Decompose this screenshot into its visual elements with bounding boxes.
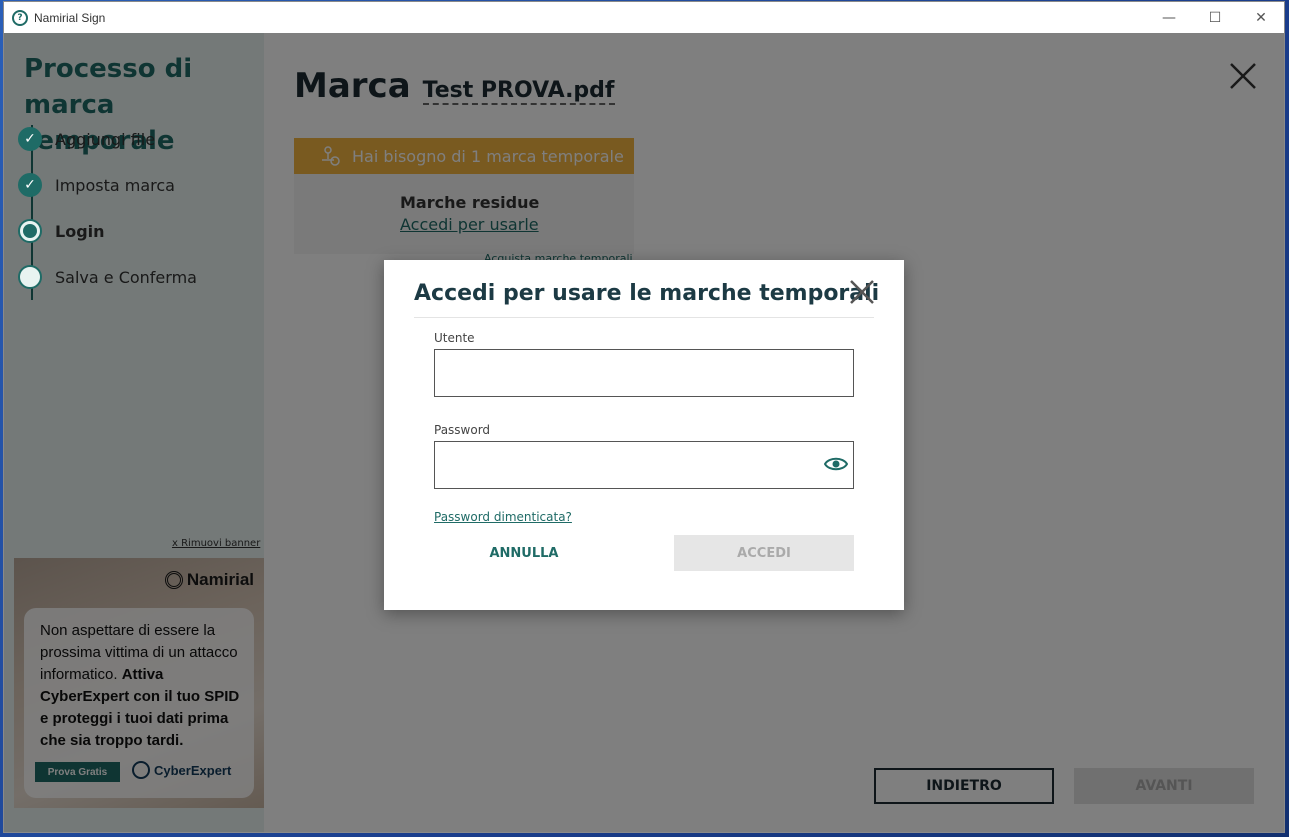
user-input[interactable] [434,349,854,397]
forgot-password-link[interactable]: Password dimenticata? [434,510,572,524]
window-title: Namirial Sign [34,10,106,25]
cancel-button[interactable]: ANNULLA [434,535,614,571]
check-icon: ✓ [18,127,42,151]
current-step-icon [18,219,42,243]
minimize-button[interactable]: — [1146,2,1192,33]
pending-step-icon [18,265,42,289]
close-window-button[interactable]: ✕ [1238,2,1284,33]
password-input[interactable] [434,441,854,489]
login-button[interactable]: ACCEDI [674,535,854,571]
app-window: ? Namirial Sign — ☐ ✕ Processo di marca … [4,2,1284,832]
maximize-button[interactable]: ☐ [1192,2,1238,33]
eye-icon[interactable] [824,455,848,473]
login-modal: Accedi per usare le marche temporali Ute… [384,260,904,610]
password-label: Password [434,423,491,437]
app-content: Processo di marca temporale ✓ Aggiungi f… [4,33,1284,832]
namirial-app-icon: ? [12,9,28,26]
close-icon[interactable] [848,278,876,306]
modal-divider [414,317,874,318]
title-bar: ? Namirial Sign — ☐ ✕ [4,2,1284,33]
modal-title: Accedi per usare le marche temporali [414,281,880,306]
check-icon: ✓ [18,173,42,197]
window-controls: — ☐ ✕ [1146,2,1284,33]
user-label: Utente [434,331,475,345]
